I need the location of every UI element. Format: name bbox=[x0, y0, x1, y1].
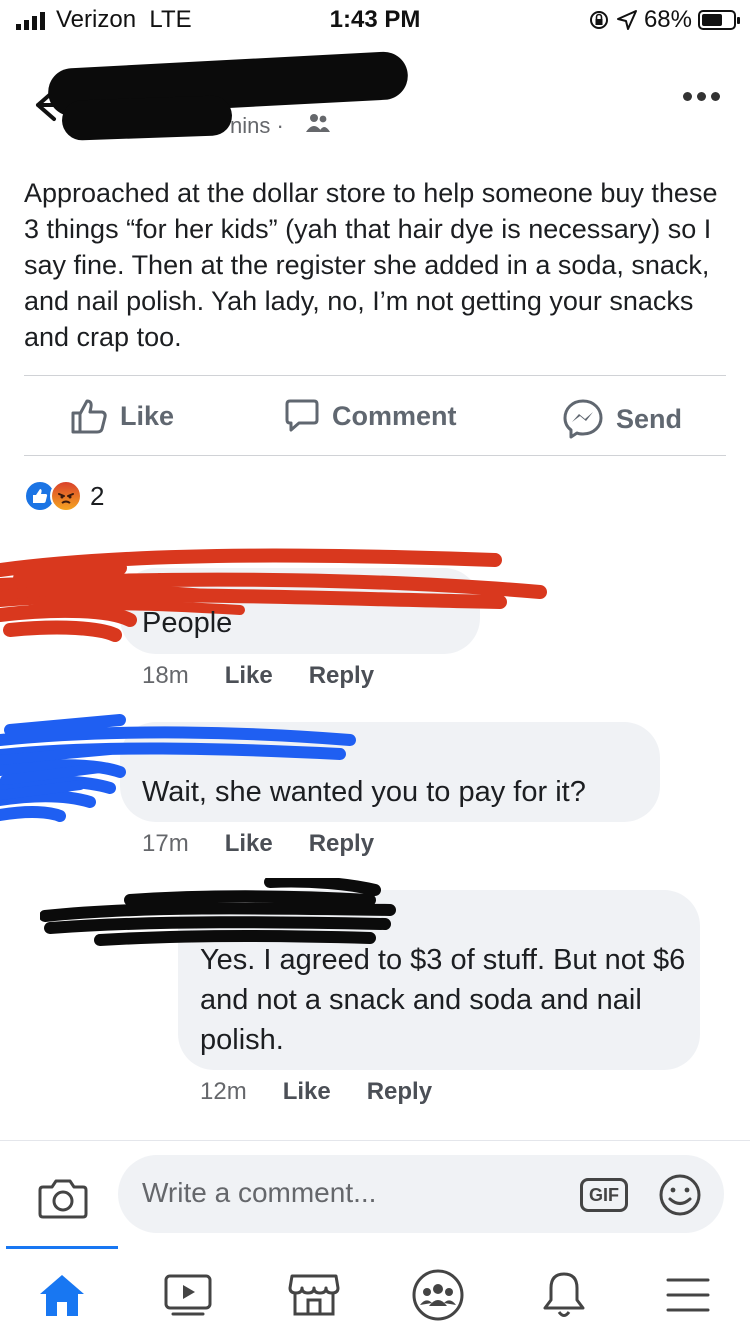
bell-icon bbox=[543, 1272, 585, 1317]
comment-placeholder: Write a comment... bbox=[142, 1177, 377, 1208]
more-options-icon[interactable] bbox=[683, 92, 720, 101]
status-right: 68% bbox=[588, 6, 740, 34]
tab-menu[interactable] bbox=[660, 1267, 716, 1323]
home-icon bbox=[40, 1275, 84, 1316]
post-body: Approached at the dollar store to help s… bbox=[24, 178, 718, 352]
friends-audience-icon bbox=[306, 114, 330, 132]
tab-home[interactable] bbox=[34, 1267, 90, 1323]
name-scribble-redaction bbox=[0, 548, 547, 642]
comment-label: Comment bbox=[332, 400, 457, 431]
divider bbox=[24, 455, 726, 456]
post-actions: Like Comment Send bbox=[0, 376, 750, 456]
comment-like-button[interactable]: Like bbox=[225, 830, 273, 858]
status-bar: Verizon LTE 1:43 PM 68% bbox=[0, 0, 750, 40]
emoji-icon[interactable] bbox=[658, 1173, 702, 1217]
battery-percent: 68% bbox=[643, 6, 692, 33]
comment-input[interactable]: Write a comment... GIF bbox=[118, 1155, 724, 1233]
tab-watch[interactable] bbox=[160, 1267, 216, 1323]
comment-time: 17m bbox=[142, 830, 189, 857]
location-icon bbox=[616, 10, 637, 30]
tab-groups[interactable] bbox=[410, 1267, 466, 1323]
author-redaction bbox=[61, 95, 233, 141]
reaction-summary[interactable]: 2 bbox=[24, 480, 104, 512]
comment-reply-button[interactable]: Reply bbox=[309, 662, 374, 690]
thumbs-up-icon bbox=[71, 399, 107, 434]
battery-fill bbox=[702, 14, 723, 26]
name-scribble-redaction bbox=[0, 714, 356, 822]
comment-composer: Write a comment... GIF bbox=[0, 1140, 750, 1248]
marketplace-icon bbox=[288, 1274, 340, 1316]
comment-text: Yes. I agreed to $3 of stuff. But not $6… bbox=[200, 944, 686, 1056]
post-time: nins · bbox=[230, 113, 284, 138]
comment-meta: 18m Like Reply bbox=[142, 662, 374, 690]
comment-meta: 17m Like Reply bbox=[142, 830, 374, 858]
reaction-count: 2 bbox=[90, 480, 105, 511]
video-icon bbox=[164, 1274, 212, 1316]
comment-reply-button[interactable]: Reply bbox=[367, 1078, 432, 1106]
comment-bubble-icon bbox=[285, 399, 319, 432]
comment-reply-button[interactable]: Reply bbox=[309, 830, 374, 858]
groups-icon bbox=[412, 1269, 464, 1321]
send-button[interactable]: Send bbox=[562, 398, 682, 440]
comment-button[interactable]: Comment bbox=[284, 398, 457, 434]
comment-like-button[interactable]: Like bbox=[283, 1078, 331, 1106]
camera-icon[interactable] bbox=[38, 1177, 88, 1219]
gif-label: GIF bbox=[589, 1184, 619, 1205]
like-button[interactable]: Like bbox=[70, 398, 174, 434]
angry-reaction-icon bbox=[50, 480, 82, 512]
rotation-lock-icon bbox=[589, 11, 608, 29]
comment-like-button[interactable]: Like bbox=[225, 662, 273, 690]
like-label: Like bbox=[120, 400, 175, 431]
comment-text: Wait, she wanted you to pay for it? bbox=[142, 776, 586, 808]
gif-icon[interactable]: GIF bbox=[580, 1178, 628, 1212]
messenger-icon bbox=[563, 399, 603, 439]
comment-time: 18m bbox=[142, 662, 189, 689]
hamburger-menu-icon bbox=[666, 1278, 710, 1312]
bottom-tab-bar bbox=[0, 1249, 750, 1334]
send-label: Send bbox=[616, 403, 683, 434]
tab-marketplace[interactable] bbox=[286, 1267, 342, 1323]
comment-meta: 12m Like Reply bbox=[200, 1078, 432, 1106]
comment-time: 12m bbox=[200, 1078, 247, 1105]
battery-icon bbox=[698, 10, 740, 30]
comment-text: People bbox=[142, 607, 233, 639]
tab-notifications[interactable] bbox=[536, 1267, 592, 1323]
